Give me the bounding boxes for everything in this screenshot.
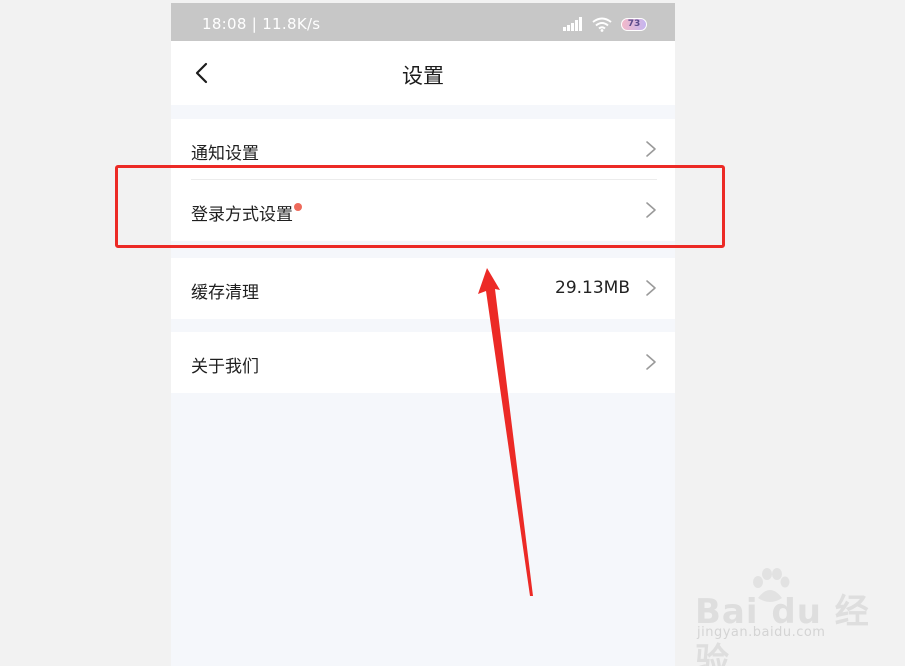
settings-group-3: 关于我们 [171, 332, 675, 393]
status-bar: 18:08 | 11.8K/s 73 [171, 3, 675, 41]
chevron-right-icon [646, 141, 656, 157]
settings-item-label: 通知设置 [191, 144, 259, 164]
chevron-right-icon [646, 354, 656, 370]
status-time-speed: 18:08 | 11.8K/s [202, 15, 321, 33]
wifi-icon [592, 17, 612, 32]
baidu-watermark: Bai du 经验 jingyan.baidu.com [695, 568, 895, 666]
battery-icon: 73 [621, 17, 647, 31]
chevron-right-icon [646, 280, 656, 296]
title-bar: 设置 [171, 41, 675, 105]
settings-item-about-us[interactable]: 关于我们 [171, 332, 675, 393]
cache-size-value: 29.13MB [555, 278, 630, 298]
status-icons: 73 [563, 16, 647, 32]
watermark-url: jingyan.baidu.com [697, 625, 826, 640]
settings-item-label-wrap: 登录方式设置 [191, 200, 302, 225]
signal-icon [563, 17, 582, 31]
settings-item-label: 关于我们 [191, 357, 259, 377]
settings-item-label: 缓存清理 [191, 283, 259, 303]
screenshot-stage: 18:08 | 11.8K/s 73 设置 通知设置 登录方式设置 缓存清理 2… [0, 0, 905, 666]
chevron-right-icon [646, 202, 656, 218]
settings-item-label: 登录方式设置 [191, 205, 293, 225]
page-title: 设置 [402, 64, 444, 88]
phone-screen: 18:08 | 11.8K/s 73 设置 通知设置 登录方式设置 缓存清理 2… [171, 3, 675, 666]
notification-dot-icon [294, 203, 302, 211]
settings-group-1: 通知设置 登录方式设置 [171, 119, 675, 241]
settings-item-notification[interactable]: 通知设置 [171, 119, 675, 180]
settings-group-2: 缓存清理 29.13MB [171, 258, 675, 319]
settings-item-clear-cache[interactable]: 缓存清理 29.13MB [171, 258, 675, 319]
settings-item-login-method[interactable]: 登录方式设置 [171, 180, 675, 241]
